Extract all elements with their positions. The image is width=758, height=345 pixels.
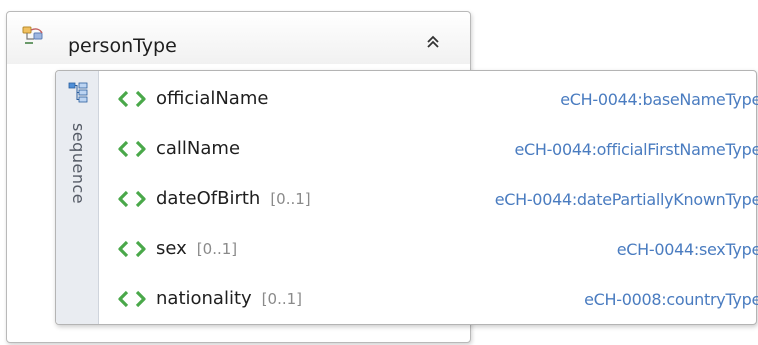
complex-type-name: personType (68, 35, 177, 57)
element-name: callName (156, 138, 241, 159)
element-type-link[interactable]: eCH-0044:datePartiallyKnownType (495, 189, 758, 211)
element-row-sex[interactable]: sex [0..1] eCH-0044:sexType (111, 229, 758, 269)
diagram-canvas: personType sequence officialName eCH-004… (0, 0, 758, 345)
sequence-icon (68, 82, 88, 103)
element-type-link[interactable]: eCH-0044:baseNameType (560, 89, 758, 111)
element-row-officialname[interactable]: officialName eCH-0044:baseNameType (111, 79, 758, 119)
element-row-callname[interactable]: callName eCH-0044:officialFirstNameType (111, 129, 758, 169)
element-icon (118, 190, 146, 208)
complex-type-icon (22, 26, 43, 44)
sequence-group[interactable]: sequence officialName eCH-0044:baseNameT… (55, 70, 758, 325)
element-type-link[interactable]: eCH-0044:sexType (617, 239, 758, 261)
element-icon (118, 90, 146, 108)
element-name: dateOfBirth [0..1] (156, 188, 311, 209)
element-multiplicity: [0..1] (270, 190, 311, 208)
element-multiplicity: [0..1] (261, 290, 302, 308)
element-name: sex [0..1] (156, 238, 238, 259)
complex-type-header[interactable]: personType (7, 12, 470, 64)
element-row-dateofbirth[interactable]: dateOfBirth [0..1] eCH-0044:datePartially… (111, 179, 758, 219)
element-row-nationality[interactable]: nationality [0..1] eCH-0008:countryType (111, 279, 758, 319)
element-icon (118, 240, 146, 258)
sequence-label: sequence (69, 123, 88, 205)
element-icon (118, 140, 146, 158)
element-type-link[interactable]: eCH-0044:officialFirstNameType (514, 139, 758, 161)
element-multiplicity: [0..1] (196, 240, 238, 258)
element-type-link[interactable]: eCH-0008:countryType (584, 289, 758, 311)
sequence-strip: sequence (56, 71, 99, 324)
element-name: officialName (156, 88, 269, 109)
element-name: nationality [0..1] (156, 288, 302, 309)
double-chevron-up-icon[interactable] (423, 32, 443, 52)
element-icon (118, 290, 146, 308)
